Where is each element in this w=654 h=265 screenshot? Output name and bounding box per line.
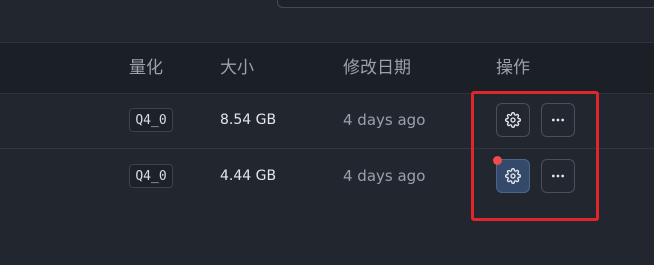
table-header: 量化 大小 修改日期 操作 bbox=[0, 42, 654, 94]
table-row: Q4_0 8.54 GB 4 days ago bbox=[0, 93, 654, 149]
settings-button[interactable] bbox=[496, 103, 530, 137]
gear-icon bbox=[505, 112, 521, 128]
notification-dot bbox=[493, 156, 502, 165]
size-cell: 8.54 GB bbox=[220, 112, 277, 128]
settings-button[interactable] bbox=[496, 159, 530, 193]
more-options-button[interactable] bbox=[541, 159, 575, 193]
gear-icon bbox=[505, 168, 521, 184]
modified-date-cell: 4 days ago bbox=[343, 167, 426, 185]
models-table-view: 量化 大小 修改日期 操作 Q4_0 8.54 GB 4 days ago Q4… bbox=[0, 0, 654, 265]
column-header-size: 大小 bbox=[220, 58, 254, 78]
column-header-actions: 操作 bbox=[496, 58, 530, 78]
more-options-button[interactable] bbox=[541, 103, 575, 137]
size-cell: 4.44 GB bbox=[220, 168, 277, 184]
table-row: Q4_0 4.44 GB 4 days ago bbox=[0, 149, 654, 204]
more-horizontal-icon bbox=[552, 174, 564, 178]
column-header-quantization: 量化 bbox=[129, 58, 163, 78]
modified-date-cell: 4 days ago bbox=[343, 111, 426, 129]
quantization-badge: Q4_0 bbox=[129, 164, 173, 188]
more-horizontal-icon bbox=[552, 118, 564, 122]
column-header-modified: 修改日期 bbox=[343, 58, 411, 78]
quantization-badge: Q4_0 bbox=[129, 108, 173, 132]
search-input[interactable] bbox=[277, 0, 654, 8]
